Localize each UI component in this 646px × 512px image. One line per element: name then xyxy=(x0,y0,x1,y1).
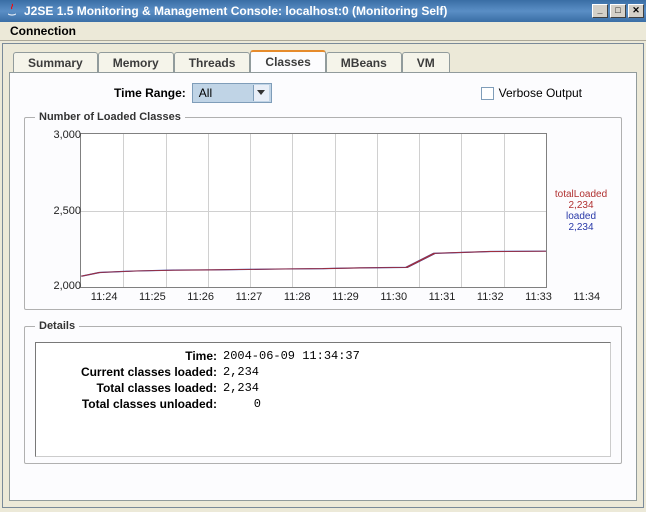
close-button[interactable]: ✕ xyxy=(628,4,644,18)
details-title: Details xyxy=(35,320,79,332)
detail-row-unloaded: Total classes unloaded: 0 xyxy=(46,397,600,411)
checkbox-icon xyxy=(481,87,494,100)
tab-vm[interactable]: VM xyxy=(402,52,450,73)
content-frame: Summary Memory Threads Classes MBeans VM… xyxy=(2,43,644,508)
chart-legend: totalLoaded 2,234 loaded 2,234 xyxy=(547,133,611,288)
chart-group: Number of Loaded Classes 3,000 2,500 2,0… xyxy=(24,111,622,310)
y-axis: 3,000 2,500 2,000 xyxy=(36,129,81,292)
chart-title: Number of Loaded Classes xyxy=(35,111,185,123)
window-controls: _ □ ✕ xyxy=(592,4,644,18)
tab-threads[interactable]: Threads xyxy=(174,52,251,73)
maximize-button[interactable]: □ xyxy=(610,4,626,18)
legend-total-loaded: totalLoaded 2,234 xyxy=(551,189,611,211)
menu-connection[interactable]: Connection xyxy=(4,22,82,40)
time-range-label: Time Range: xyxy=(114,86,186,100)
legend-loaded: loaded 2,234 xyxy=(551,211,611,233)
window-title: J2SE 1.5 Monitoring & Management Console… xyxy=(24,4,592,18)
tab-memory[interactable]: Memory xyxy=(98,52,174,73)
chevron-down-icon xyxy=(253,85,269,101)
details-body: Time: 2004-06-09 11:34:37 Current classe… xyxy=(35,342,611,457)
detail-label: Total classes loaded: xyxy=(46,381,221,395)
minimize-button[interactable]: _ xyxy=(592,4,608,18)
detail-value: 2004-06-09 11:34:37 xyxy=(221,349,360,363)
detail-value: 2,234 xyxy=(221,381,259,395)
y-tick: 2,500 xyxy=(36,205,81,217)
detail-row-total: Total classes loaded: 2,234 xyxy=(46,381,600,395)
chart-wrap: 3,000 2,500 2,000 xyxy=(35,133,611,288)
menu-bar: Connection xyxy=(0,22,646,41)
classes-chart: 3,000 2,500 2,000 xyxy=(80,133,547,288)
detail-label: Total classes unloaded: xyxy=(46,397,221,411)
chart-plot xyxy=(81,134,546,287)
detail-label: Time: xyxy=(46,349,221,363)
detail-row-time: Time: 2004-06-09 11:34:37 xyxy=(46,349,600,363)
tab-classes[interactable]: Classes xyxy=(250,50,325,72)
y-tick: 3,000 xyxy=(36,129,81,141)
verbose-output-toggle[interactable]: Verbose Output xyxy=(481,86,582,100)
time-range-value: All xyxy=(199,86,212,100)
detail-value: 2,234 xyxy=(221,365,259,379)
tab-strip: Summary Memory Threads Classes MBeans VM xyxy=(13,48,637,72)
y-tick: 2,000 xyxy=(36,280,81,292)
time-range-select[interactable]: All xyxy=(192,83,272,103)
details-group: Details Time: 2004-06-09 11:34:37 Curren… xyxy=(24,320,622,464)
java-icon xyxy=(4,3,20,19)
detail-row-current: Current classes loaded: 2,234 xyxy=(46,365,600,379)
title-bar: J2SE 1.5 Monitoring & Management Console… xyxy=(0,0,646,22)
tab-panel-classes: Time Range: All Verbose Output Number of… xyxy=(9,72,637,501)
controls-row: Time Range: All Verbose Output xyxy=(24,83,622,103)
detail-label: Current classes loaded: xyxy=(46,365,221,379)
x-axis: 11:24 11:25 11:26 11:27 11:28 11:29 11:3… xyxy=(80,291,611,303)
verbose-output-label: Verbose Output xyxy=(499,86,582,100)
tab-mbeans[interactable]: MBeans xyxy=(326,52,402,73)
detail-value: 0 xyxy=(221,397,261,411)
tab-summary[interactable]: Summary xyxy=(13,52,98,73)
